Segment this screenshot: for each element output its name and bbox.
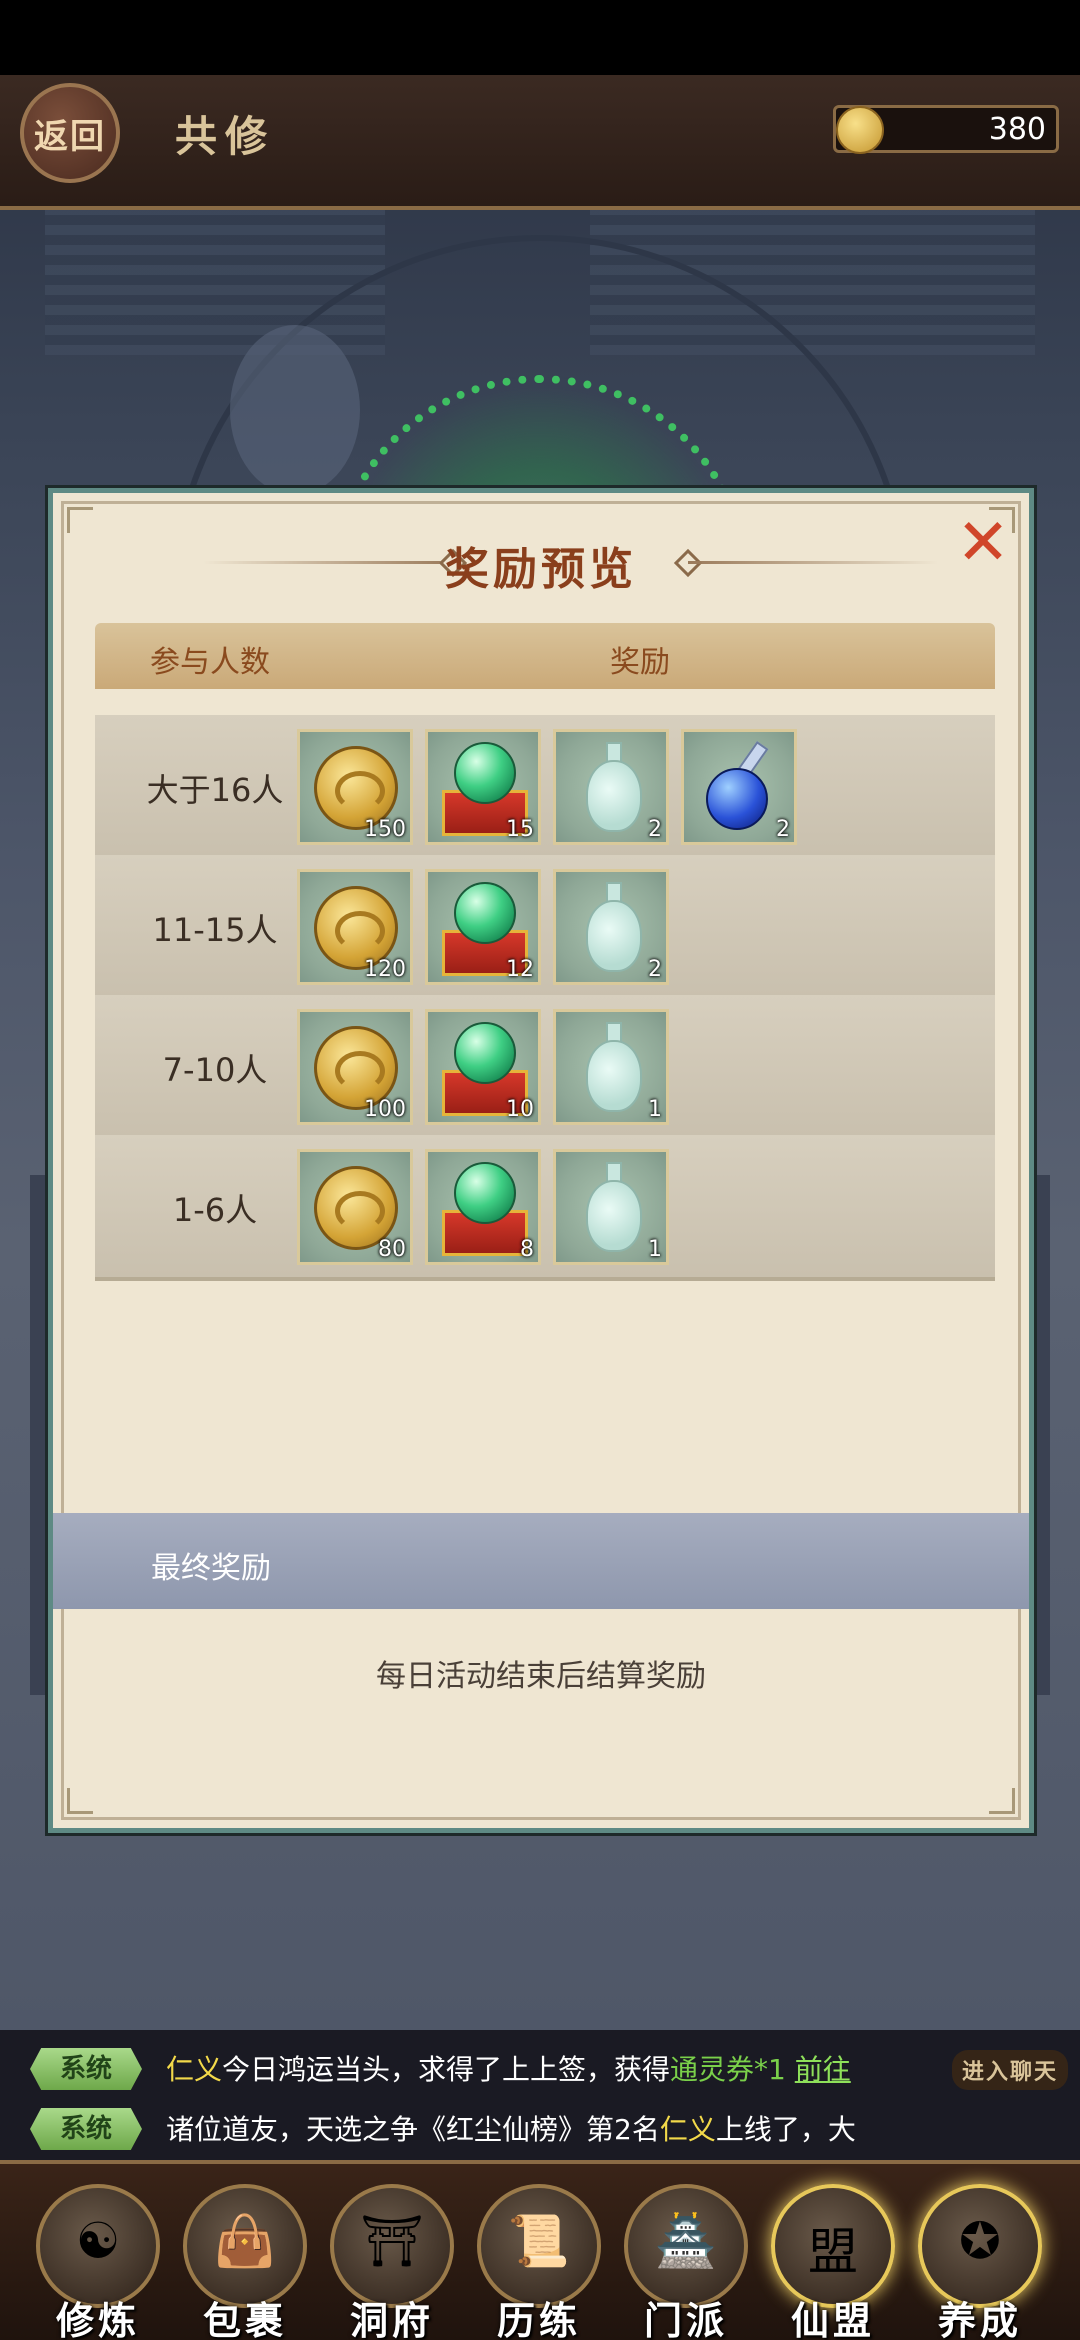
nav-label: 养成 — [937, 2299, 1022, 2340]
jade-orb-icon — [454, 1022, 516, 1084]
chat-ticker[interactable]: 系统 仁义今日鸿运当头，求得了上上签，获得通灵券*1 前往 进入聊天 系统 诸位… — [0, 2030, 1080, 2160]
chat-message: 系统 仁义今日鸿运当头，求得了上上签，获得通灵券*1 前往 进入聊天 — [0, 2042, 1080, 2098]
porcelain-bottle-icon — [586, 900, 642, 972]
reward-preview-dialog: 奖励预览 ✕ 参与人数 奖励 大于16人 150 15 2 2 11-15人 120 12 2 7… — [48, 488, 1034, 1833]
nav-glyph: 📜 — [507, 2212, 571, 2270]
porcelain-bottle-icon — [586, 760, 642, 832]
final-reward-label: 最终奖励 — [151, 1551, 271, 1586]
enter-chat-button[interactable]: 进入聊天 — [951, 2050, 1068, 2090]
item-quantity: 12 — [506, 957, 534, 982]
nav-glyph: ☯ — [75, 2212, 121, 2270]
nav-glyph: ⛩ — [360, 2212, 424, 2270]
system-tag: 系统 — [30, 2108, 142, 2150]
nav-label: 洞府 — [349, 2299, 434, 2340]
nav-label: 修炼 — [55, 2299, 140, 2340]
nav-label: 仙盟 — [790, 2299, 875, 2340]
reward-item-slot[interactable]: 2 — [681, 729, 797, 845]
nav-item-1[interactable]: 👜 包裹 — [177, 2184, 313, 2340]
nav-item-0[interactable]: ☯ 修炼 — [30, 2184, 166, 2340]
reward-row: 7-10人 100 10 1 — [95, 995, 995, 1141]
close-icon[interactable]: ✕ — [955, 511, 1011, 575]
blue-potion-icon — [706, 768, 768, 830]
item-quantity: 10 — [506, 1097, 534, 1122]
goto-link[interactable]: 前往 — [795, 2053, 851, 2086]
reward-item-slot[interactable]: 2 — [553, 729, 669, 845]
system-tag: 系统 — [30, 2048, 142, 2090]
nav-label: 包裹 — [202, 2299, 287, 2340]
player-name[interactable]: 仁义 — [660, 2113, 716, 2146]
settlement-note: 每日活动结束后结算奖励 — [376, 1659, 706, 1694]
item-quantity: 1 — [648, 1237, 662, 1262]
nav-label: 历练 — [496, 2299, 581, 2340]
chat-body: 今日鸿运当头，求得了上上签，获得 — [222, 2053, 671, 2086]
reward-table-header: 参与人数 奖励 — [95, 623, 995, 689]
item-quantity: 1 — [648, 1097, 662, 1122]
bottom-nav: ☯ 修炼 👜 包裹 ⛩ 洞府 📜 历练 🏯 门派盟仙盟 ✪ 养成 — [0, 2160, 1080, 2340]
porcelain-bottle-icon — [586, 1040, 642, 1112]
corner-ornament — [67, 1788, 93, 1814]
column-header-participants: 参与人数 — [150, 645, 270, 680]
final-reward-bar: 最终奖励 — [53, 1513, 1029, 1609]
jade-orb-icon — [454, 882, 516, 944]
reward-item-slot[interactable]: 1 — [553, 1009, 669, 1125]
jade-orb-icon — [454, 742, 516, 804]
item-name[interactable]: 通灵券*1 — [670, 2053, 786, 2086]
currency-value: 380 — [988, 112, 1046, 147]
porcelain-bottle-icon — [586, 1180, 642, 1252]
nav-item-3[interactable]: 📜 历练 — [471, 2184, 607, 2340]
chat-message: 系统 诸位道友，天选之争《红尘仙榜》第2名仁义上线了，大 — [0, 2102, 1080, 2158]
column-header-rewards: 奖励 — [610, 645, 670, 680]
reward-item-slot[interactable]: 1 — [553, 1149, 669, 1265]
jade-orb-icon — [454, 1162, 516, 1224]
item-quantity: 8 — [520, 1237, 534, 1262]
chat-text: 仁义今日鸿运当头，求得了上上签，获得通灵券*1 前往 — [166, 2048, 851, 2088]
reward-row: 大于16人 150 15 2 2 — [95, 715, 995, 861]
gold-coin-icon — [836, 106, 884, 154]
item-quantity: 15 — [506, 817, 534, 842]
chat-body: 诸位道友，天选之争《红尘仙榜》第2名 — [166, 2113, 660, 2146]
chat-text: 诸位道友，天选之争《红尘仙榜》第2名仁义上线了，大 — [166, 2108, 856, 2148]
reward-item-slot[interactable]: 12 — [425, 869, 541, 985]
item-quantity: 100 — [364, 1097, 406, 1122]
title-divider-right — [688, 561, 938, 564]
reward-item-slot[interactable]: 10 — [425, 1009, 541, 1125]
player-name[interactable]: 仁义 — [166, 2053, 222, 2086]
reward-item-slot[interactable]: 80 — [297, 1149, 413, 1265]
reward-item-slot[interactable]: 8 — [425, 1149, 541, 1265]
back-button[interactable]: 返回 — [20, 83, 120, 183]
reward-row: 1-6人 80 8 1 — [95, 1135, 995, 1281]
item-quantity: 2 — [648, 957, 662, 982]
reward-item-slot[interactable]: 100 — [297, 1009, 413, 1125]
reward-item-slot[interactable]: 120 — [297, 869, 413, 985]
top-bar: 返回 共修 380 — [0, 75, 1080, 210]
item-quantity: 2 — [776, 817, 790, 842]
nav-glyph: 👜 — [213, 2212, 277, 2270]
status-bar — [0, 0, 1080, 75]
pillar-left — [30, 1175, 50, 1695]
item-quantity: 150 — [364, 817, 406, 842]
nav-label: 门派 — [643, 2299, 728, 2340]
item-quantity: 80 — [378, 1237, 406, 1262]
item-quantity: 2 — [648, 817, 662, 842]
nav-item-6[interactable]: ✪ 养成 — [912, 2184, 1048, 2340]
reward-item-slot[interactable]: 150 — [297, 729, 413, 845]
dialog-title: 奖励预览 — [445, 544, 637, 595]
nav-item-5[interactable]: 盟仙盟 — [765, 2184, 901, 2340]
nav-glyph: ✪ — [959, 2212, 1001, 2270]
nav-item-2[interactable]: ⛩ 洞府 — [324, 2184, 460, 2340]
nav-item-4[interactable]: 🏯 门派 — [618, 2184, 754, 2340]
item-quantity: 120 — [364, 957, 406, 982]
currency-display: 380 — [833, 105, 1059, 154]
corner-ornament — [67, 507, 93, 533]
reward-item-slot[interactable]: 2 — [553, 869, 669, 985]
moon-decoration — [230, 325, 360, 495]
corner-ornament — [989, 1788, 1015, 1814]
chat-body: 上线了，大 — [715, 2113, 856, 2146]
page-title: 共修 — [175, 112, 276, 161]
reward-row: 11-15人 120 12 2 — [95, 855, 995, 1001]
nav-glyph: 盟 — [808, 2223, 858, 2281]
reward-item-slot[interactable]: 15 — [425, 729, 541, 845]
nav-glyph: 🏯 — [654, 2212, 718, 2270]
